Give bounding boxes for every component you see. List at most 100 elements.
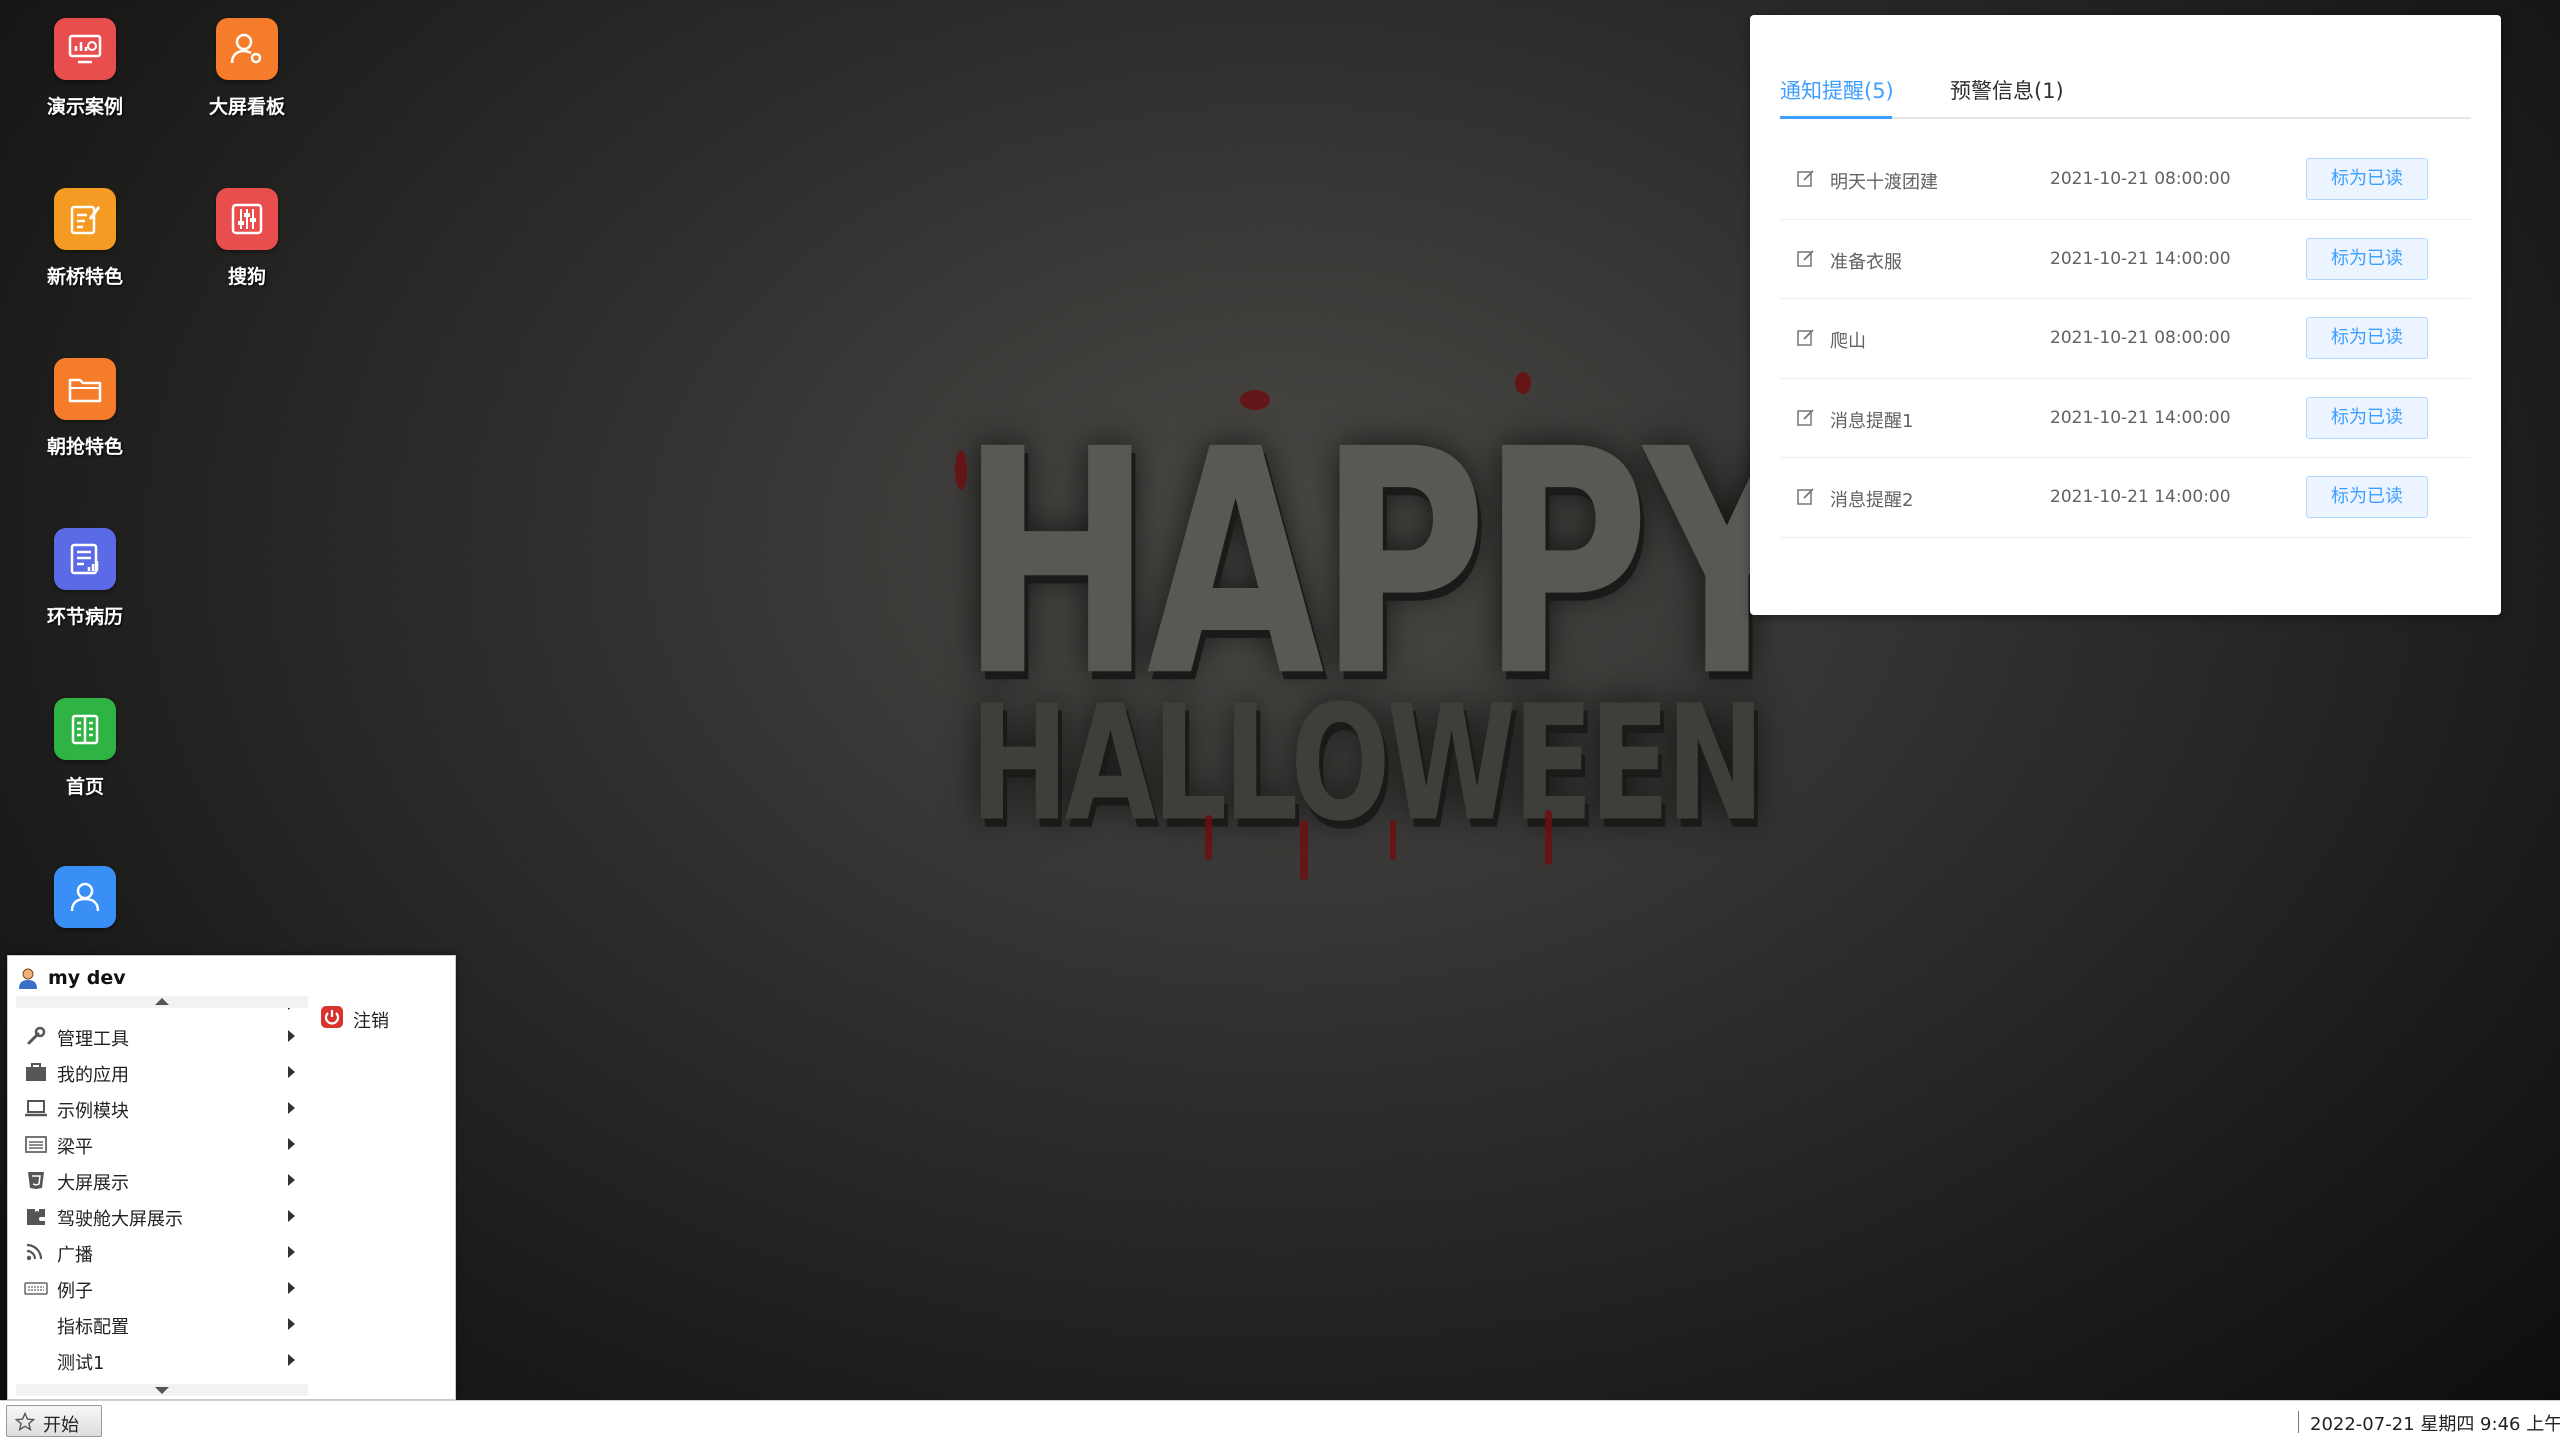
menu-item-label: 测试1 (57, 1353, 105, 1374)
notification-title: 消息提醒1 (1830, 410, 1914, 432)
notification-title: 消息提醒2 (1830, 490, 1914, 511)
desktop-icon-label: 环节病历 (46, 606, 123, 628)
start-menu-header: my dev (16, 962, 126, 994)
menu-item-label: 示例模块 (57, 1101, 129, 1122)
scroll-up-arrow[interactable] (16, 996, 308, 1008)
tab-notifications[interactable]: 通知提醒(5) (1780, 75, 1894, 105)
blood-splatter (955, 450, 967, 490)
desktop-icon-dashboard[interactable]: 大屏看板 (172, 18, 322, 119)
tab-warnings[interactable]: 预警信息(1) (1950, 75, 2064, 105)
user-icon (54, 866, 116, 928)
menu-item-label: 指标配置 (57, 1317, 129, 1338)
submenu-arrow-icon (288, 1102, 295, 1114)
notification-row: 准备衣服 2021-10-21 14:00:00 标为已读 (1780, 220, 2471, 299)
edit-document-icon (54, 188, 116, 250)
desktop-icon-label: 首页 (65, 776, 104, 798)
desktop-icon-chaoqiang[interactable]: 朝抢特色 (10, 358, 160, 459)
start-menu: my dev 开发套件 管理工具 我的应用 示例模块 梁平 (7, 955, 456, 1400)
desktop-icon-xinqiao[interactable]: 新桥特色 (10, 188, 160, 289)
edit-icon (1797, 329, 1814, 346)
scroll-down-arrow[interactable] (16, 1384, 308, 1396)
css3-icon (28, 1172, 44, 1189)
menu-item-indicator-config[interactable]: 指标配置 (16, 1306, 308, 1342)
desktop-icon-demo-cases[interactable]: 演示案例 (10, 18, 160, 119)
menu-item-examples[interactable]: 示例模块 (16, 1090, 308, 1126)
desktop-icon-sogou[interactable]: 搜狗 (172, 188, 322, 289)
desktop-icon-label: 演示案例 (46, 96, 123, 118)
menu-item-label: 管理工具 (57, 1029, 129, 1050)
desktop-icon-home[interactable]: 首页 (10, 698, 160, 799)
wrench-icon (27, 1026, 46, 1045)
blood-drip (1300, 820, 1308, 880)
menu-item-broadcast[interactable]: 广播 (16, 1234, 308, 1270)
submenu-arrow-icon (288, 1354, 295, 1366)
menu-item-examples-2[interactable]: 例子 (16, 1270, 308, 1306)
start-button[interactable]: 开始 (6, 1405, 102, 1437)
notification-row: 明天十渡团建 2021-10-21 08:00:00 标为已读 (1780, 140, 2471, 220)
notification-list: 明天十渡团建 2021-10-21 08:00:00 标为已读 准备衣服 202… (1780, 140, 2471, 538)
notification-time: 2021-10-21 14:00:00 (2050, 487, 2231, 507)
logout-button[interactable]: 注销 (312, 998, 452, 1034)
blood-drip (1390, 820, 1396, 860)
notification-row: 爬山 2021-10-21 08:00:00 标为已读 (1780, 299, 2471, 379)
desktop-icon-user[interactable] (10, 866, 160, 940)
notification-title: 爬山 (1830, 331, 1866, 352)
folder-icon (54, 358, 116, 420)
list-window-icon (25, 1136, 47, 1153)
report-icon (54, 528, 116, 590)
edit-icon (1797, 170, 1814, 187)
submenu-arrow-icon (288, 1246, 295, 1258)
menu-item-label: 大屏展示 (57, 1173, 129, 1194)
blood-drip (1545, 810, 1552, 865)
notification-row: 消息提醒2 2021-10-21 14:00:00 标为已读 (1780, 458, 2471, 538)
menu-item-my-apps[interactable]: 我的应用 (16, 1054, 308, 1090)
desktop-icon-label: 大屏看板 (208, 96, 285, 118)
user-avatar-icon (19, 968, 37, 989)
submenu-arrow-icon (288, 1282, 295, 1294)
mark-read-button[interactable]: 标为已读 (2306, 317, 2428, 359)
menu-item-admin-tools[interactable]: 管理工具 (16, 1018, 308, 1054)
notification-title: 明天十渡团建 (1830, 172, 1938, 193)
taskbar: 开始 2022-07-21 星期四 9:46 上午 (0, 1400, 2560, 1440)
submenu-arrow-icon (288, 1066, 295, 1078)
mark-read-button[interactable]: 标为已读 (2306, 158, 2428, 200)
sliders-icon (216, 188, 278, 250)
blood-splatter (1515, 372, 1531, 394)
building-icon (54, 698, 116, 760)
notification-tabs: 通知提醒(5) 预警信息(1) (1780, 59, 2471, 119)
submenu-arrow-icon (288, 1138, 295, 1150)
laptop-icon (25, 1100, 47, 1117)
menu-item-big-screen[interactable]: 大屏展示 (16, 1162, 308, 1198)
notification-row: 消息提醒1 2021-10-21 14:00:00 标为已读 (1780, 379, 2471, 458)
menu-item-test1[interactable]: 测试1 (16, 1342, 308, 1378)
keyboard-icon (24, 1282, 48, 1295)
desktop-icon-medical-records[interactable]: 环节病历 (10, 528, 160, 629)
star-icon (15, 1412, 35, 1432)
notification-time: 2021-10-21 08:00:00 (2050, 169, 2231, 189)
mark-read-button[interactable]: 标为已读 (2306, 237, 2428, 280)
submenu-arrow-icon (288, 1318, 295, 1330)
power-icon (321, 1006, 343, 1028)
menu-item-label: 梁平 (57, 1137, 93, 1158)
menu-item-liangping[interactable]: 梁平 (16, 1126, 308, 1162)
menu-item-cockpit-screen[interactable]: 驾驶舱大屏展示 (16, 1198, 308, 1234)
start-menu-program-list: 开发套件 管理工具 我的应用 示例模块 梁平 大屏展示 (16, 996, 308, 1396)
taskbar-clock: 2022-07-21 星期四 9:46 上午 (2310, 1414, 2560, 1435)
notification-time: 2021-10-21 14:00:00 (2050, 407, 2231, 428)
notification-time: 2021-10-21 14:00:00 (2050, 248, 2231, 269)
mark-read-button[interactable]: 标为已读 (2306, 476, 2428, 518)
submenu-arrow-icon (288, 1030, 295, 1042)
briefcase-icon (26, 1063, 46, 1081)
desktop-icon-label: 搜狗 (227, 266, 266, 288)
menu-item-label: 我的应用 (57, 1065, 129, 1086)
notification-title: 准备衣服 (1830, 251, 1902, 273)
menu-item-label: 驾驶舱大屏展示 (57, 1209, 183, 1230)
submenu-arrow-icon (288, 1174, 295, 1186)
edit-icon (1797, 488, 1814, 505)
blood-drip (1205, 815, 1212, 860)
mark-read-button[interactable]: 标为已读 (2306, 396, 2428, 439)
wallpaper-halloween-text: HALLOWEEN (970, 670, 1765, 857)
submenu-arrow-icon (288, 1210, 295, 1222)
user-name: my dev (48, 967, 126, 989)
clock-separator (2298, 1411, 2299, 1433)
